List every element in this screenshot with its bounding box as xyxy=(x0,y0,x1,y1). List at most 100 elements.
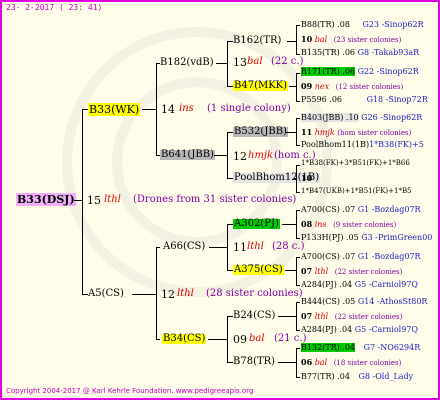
ancestor-label: B403(JBB) .10 xyxy=(301,113,359,122)
queen-b641-breeder: hmjk xyxy=(248,150,274,161)
queen-b24[interactable]: B24(CS) xyxy=(233,311,275,321)
queen-b532[interactable]: B532(JBB) xyxy=(233,127,288,137)
ancestor-line: G3 -PrimGreen00 xyxy=(361,233,433,242)
ancestor-year: 07 xyxy=(301,311,313,321)
copyright-footer: Copyright 2004-2017 @ Karl Kehrle Founda… xyxy=(6,387,254,395)
connector xyxy=(156,339,160,340)
queen-b47[interactable]: B47(MKK) xyxy=(233,81,289,91)
ancestor-note: (hom sister colonies) xyxy=(337,129,412,137)
ancestor-p5596[interactable]: P5596 .06 G18 -Sinop72R xyxy=(301,96,428,104)
queen-a302[interactable]: A302(PJ) xyxy=(233,219,280,229)
connector xyxy=(296,238,300,239)
queen-a375[interactable]: A375(CS) xyxy=(233,265,284,275)
queen-b33wk-breeder: ins xyxy=(179,103,194,114)
ancestor-label: P5596 .06 xyxy=(301,95,343,104)
ancestor-note: (9 sister colonies) xyxy=(333,221,397,229)
ancestor-label: B77(TR) .04 xyxy=(301,372,350,381)
ancestor-year-row: 06 bal (18 sister colonies) xyxy=(301,358,401,367)
connector xyxy=(296,25,297,55)
connector xyxy=(287,41,297,42)
ancestor-b135[interactable]: B135(TR) .06 G8 -Takab93aR xyxy=(301,49,419,57)
ancestor-breeder: nex xyxy=(314,82,330,91)
ancestor-note: (22 sister colonies) xyxy=(334,268,403,276)
connector xyxy=(296,210,300,211)
ancestor-poolbhom11[interactable]: PoolBhom11(1B)1*B38(FK)+5 xyxy=(301,141,424,149)
queen-b162-note: (22 c.) xyxy=(271,56,304,67)
ancestor-a700[interactable]: A700(CS) .07 G1 -Bozdag07R xyxy=(301,253,421,261)
ancestor-p133h[interactable]: P133H(PJ) .05 G3 -PrimGreen00 xyxy=(301,234,432,242)
connector xyxy=(285,270,297,271)
connector xyxy=(296,377,300,378)
queen-b641-year: 12 xyxy=(233,150,247,163)
queen-a66-year: 11 xyxy=(233,241,247,254)
ancestor-label: PoolBhom11(1B) xyxy=(301,140,370,149)
ancestor-breeder: lthl xyxy=(314,267,329,276)
connector xyxy=(286,132,297,133)
ancestor-line: G1 -Bozdag07R xyxy=(357,205,421,214)
ancestor-b171[interactable]: B171(TR) .06 G22 -Sinop62R xyxy=(301,67,419,76)
ancestor-year-row: 09 nex (12 sister colonies) xyxy=(301,82,403,91)
ancestor-a284[interactable]: A284(PJ) .04 G5 -Carniol97Q xyxy=(301,281,418,289)
ancestor-label: A700(CS) .07 xyxy=(301,205,356,214)
timestamp: 23- 2-2017 ( 23: 41) xyxy=(6,3,103,12)
ancestor-breeder: bal xyxy=(314,358,328,367)
queen-b641[interactable]: B641(JBB) xyxy=(160,150,215,160)
ancestor-label: B88(TR) .08 xyxy=(301,20,350,29)
queen-a66[interactable]: A66(CS) xyxy=(163,242,205,252)
connector xyxy=(296,165,297,193)
ancestor-a284[interactable]: A284(PJ) .04 G5 -Carniol97Q xyxy=(301,326,418,334)
connector xyxy=(132,294,157,295)
connector xyxy=(296,25,300,26)
ancestor-b403[interactable]: B403(JBB) .10 G26 -Sinop62R xyxy=(301,113,422,122)
ancestor-label: P133H(PJ) .05 xyxy=(301,233,359,242)
ancestor-line: G5 -Carniol97Q xyxy=(354,325,418,334)
ancestor-year: 10 xyxy=(301,34,313,44)
connector xyxy=(296,285,300,286)
queen-a5-breeder: lthl xyxy=(177,288,194,299)
ancestor-b444[interactable]: B444(CS) .05 G14 -AthosSt80R xyxy=(301,298,427,306)
ancestor-label: 1*B47(UKB)+1*B51(FK)+1*B5 xyxy=(301,187,412,195)
connector xyxy=(294,178,297,179)
connector xyxy=(296,101,300,102)
ancestor-pool-mix-1[interactable]: 1*B38(FK)+3*B51(FK)+1*B66 xyxy=(301,160,410,167)
root-drones-note: (Drones from 31 sister colonies) xyxy=(133,194,297,205)
pedigree-chart: 23- 2-2017 ( 23: 41) B33(DSJ) 15 lthl (D… xyxy=(0,0,440,400)
ancestor-breeder: hmjk xyxy=(314,128,335,137)
queen-b162-year: 13 xyxy=(233,56,247,69)
connector xyxy=(214,155,228,156)
ancestor-b132[interactable]: B132(TR) .04 G7 -NO6294R xyxy=(301,343,420,352)
ancestor-b77[interactable]: B77(TR) .04 G8 -Old_Lady xyxy=(301,373,413,381)
ancestor-b88[interactable]: B88(TR) .08 G23 -Sinop62R xyxy=(301,21,424,29)
connector xyxy=(296,118,300,119)
connector xyxy=(296,165,300,166)
connector xyxy=(296,73,300,74)
root-queen[interactable]: B33(DSJ) xyxy=(16,193,76,206)
ancestor-line: G5 -Carniol97Q xyxy=(354,280,418,289)
connector xyxy=(208,339,228,340)
queen-b34-year: 09 xyxy=(233,333,247,346)
ancestor-a700[interactable]: A700(CS) .07 G1 -Bozdag07R xyxy=(301,206,421,214)
queen-b162[interactable]: B162(TR) xyxy=(233,36,281,46)
ancestor-label: B444(CS) .05 xyxy=(301,297,356,306)
ancestor-breeder: lthl xyxy=(314,312,329,321)
ancestor-line: G1 -Bozdag07R xyxy=(357,252,421,261)
queen-b33wk-year: 14 xyxy=(161,103,175,116)
queen-b162-breeder: bal xyxy=(247,56,263,67)
connector xyxy=(296,54,300,55)
ancestor-year-row: 08 ins (9 sister colonies) xyxy=(301,220,396,229)
connector xyxy=(296,330,300,331)
ancestor-breeder: ins xyxy=(314,220,327,229)
queen-b78[interactable]: B78(TR) xyxy=(233,357,275,367)
queen-a5[interactable]: A5(CS) xyxy=(88,289,124,299)
queen-b182[interactable]: B182(vdB) xyxy=(160,58,214,68)
ancestor-pool-mix-2[interactable]: 1*B47(UKB)+1*B51(FK)+1*B5 xyxy=(301,188,412,195)
ancestor-note: (23 sister colonies) xyxy=(333,36,402,44)
ancestor-breeder: bal xyxy=(314,35,328,44)
ancestor-year-row: 10 xyxy=(301,174,312,183)
ancestor-label: B135(TR) .06 xyxy=(301,48,356,57)
queen-b34[interactable]: B34(CS) xyxy=(162,334,207,344)
queen-b33wk[interactable]: B33(WK) xyxy=(88,103,141,116)
ancestor-line: 1*B38(FK)+5 xyxy=(369,140,424,149)
ancestor-label: 1*B38(FK)+3*B51(FK)+1*B66 xyxy=(301,159,410,167)
queen-a5-year: 12 xyxy=(161,288,175,301)
